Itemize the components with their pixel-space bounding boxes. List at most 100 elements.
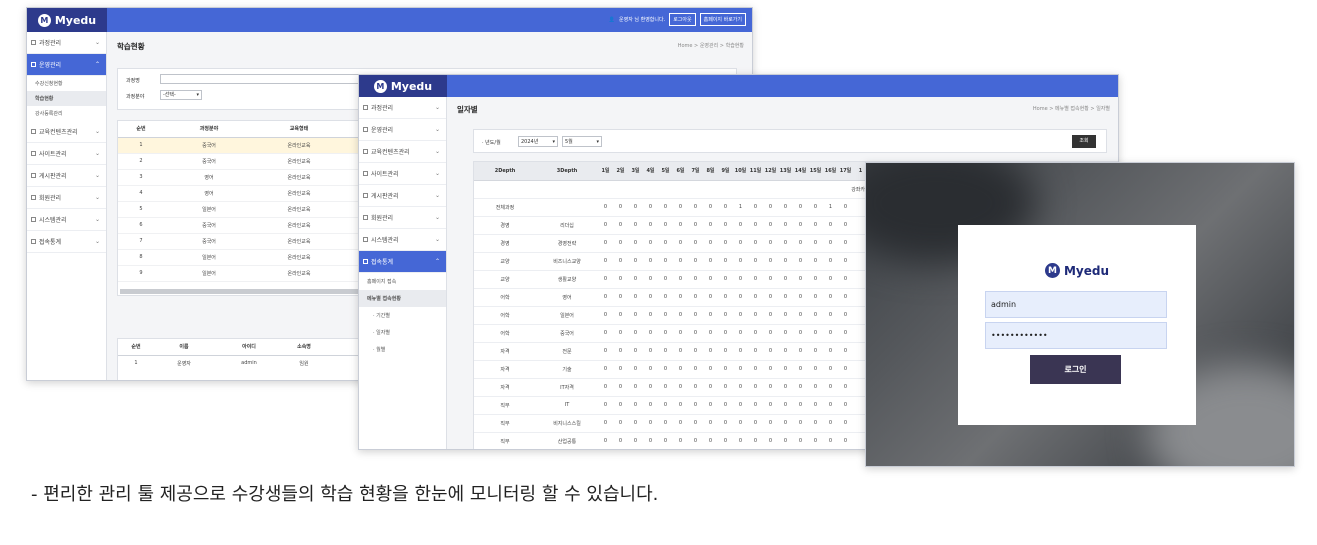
grid-header: 2일 [613,162,628,181]
grid-cell: 직무 [474,432,536,449]
grid-cell: 0 [628,252,643,271]
menu-square-icon [363,259,368,264]
sidebar-item-5[interactable]: 회원관리 ⌄ [27,187,106,209]
grid-cell: 0 [673,342,688,361]
sidebar-item-0[interactable]: 과정관리 ⌄ [27,32,106,54]
top-bar: M Myedu [359,75,1118,97]
login-button[interactable]: 로그인 [1030,355,1121,384]
grid-cell: 0 [808,414,823,433]
horizontal-scrollbar[interactable] [120,289,370,294]
grid-cell: 0 [778,252,793,271]
grid-cell: 0 [778,432,793,449]
search-button[interactable]: 조회 [1072,135,1096,148]
grid-cell: 0 [613,252,628,271]
table-cell: 5 [118,201,164,218]
sidebar-subitem-1[interactable]: 학습현황 [27,91,106,106]
sidebar-item-7[interactable]: 접속통계 ⌃ [359,251,446,273]
table-cell: 임원 [299,360,309,367]
sidebar-item-6[interactable]: 시스템관리 ⌄ [27,209,106,231]
grid-cell: 0 [688,414,703,433]
grid-cell: 0 [748,342,763,361]
grid-cell: 0 [628,378,643,397]
sidebar-item-label: 교육컨텐츠관리 [371,149,410,156]
sidebar-item-label: 접속통계 [39,239,62,246]
table-cell: 온라인교육 [254,137,344,154]
grid-cell: 0 [658,414,673,433]
year-select[interactable]: 2024년 ▾ [518,136,558,147]
table-cell: 일본어 [164,201,254,218]
homepage-button[interactable]: 홈페이지 바로가기 [699,13,746,26]
logout-button[interactable]: 로그아웃 [669,13,696,26]
grid-cell: 0 [658,306,673,325]
column-header: 교육형태 [254,121,344,138]
sidebar-subitem-4[interactable]: · 월별 [359,341,446,358]
menu-square-icon [363,237,368,242]
chevron-down-icon: ⌄ [94,172,100,179]
grid-cell: 0 [778,288,793,307]
grid-cell: 0 [748,288,763,307]
sidebar-item-5[interactable]: 회원관리 ⌄ [359,207,446,229]
sidebar-item-0[interactable]: 과정관리 ⌄ [359,97,446,119]
logo[interactable]: M Myedu [27,8,107,32]
grid-header: 10일 [733,162,748,181]
grid-cell: 0 [688,288,703,307]
grid-cell: 0 [733,216,748,235]
sidebar-item-3[interactable]: 사이트관리 ⌄ [27,143,106,165]
table-cell: 온라인교육 [254,233,344,250]
grid-cell: 0 [793,270,808,289]
grid-header: 4일 [643,162,658,181]
username-input[interactable]: admin [985,291,1167,318]
grid-cell: 0 [628,414,643,433]
grid-cell: 0 [703,288,718,307]
grid-cell: 0 [733,324,748,343]
menu-square-icon [363,105,368,110]
grid-cell: 0 [688,270,703,289]
grid-cell: 0 [688,216,703,235]
grid-cell: 0 [823,360,838,379]
grid-cell: 0 [628,342,643,361]
grid-cell: 0 [703,216,718,235]
grid-cell: 0 [748,324,763,343]
grid-cell: 0 [628,360,643,379]
sidebar-subitem-0[interactable]: 홈페이지 접속 [359,273,446,290]
grid-cell: 0 [598,324,613,343]
sidebar-item-1[interactable]: 운영관리 ⌃ [27,54,106,76]
grid-cell: 0 [643,396,658,415]
grid-header: 3일 [628,162,643,181]
sidebar-item-2[interactable]: 교육컨텐츠관리 ⌄ [27,121,106,143]
chevron-down-icon: ⌄ [94,238,100,245]
chevron-down-icon: ▾ [196,92,199,98]
grid-cell: 0 [643,252,658,271]
sidebar-subitem-2[interactable]: · 기간별 [359,307,446,324]
sidebar-item-4[interactable]: 게시판관리 ⌄ [27,165,106,187]
grid-cell: 0 [718,234,733,253]
sidebar-item-3[interactable]: 사이트관리 ⌄ [359,163,446,185]
grid-cell: 0 [688,378,703,397]
grid-cell: 0 [703,432,718,449]
grid-cell: 0 [838,432,853,449]
grid-cell: 0 [808,432,823,449]
grid-cell: 0 [703,306,718,325]
sidebar-item-4[interactable]: 게시판관리 ⌄ [359,185,446,207]
sidebar-subitem-1[interactable]: 메뉴별 접속현황 [359,290,446,307]
chevron-down-icon: ⌄ [94,128,100,135]
sidebar-item-7[interactable]: 접속통계 ⌄ [27,231,106,253]
sidebar-item-label: 과정관리 [371,105,394,112]
sidebar-subitem-2[interactable]: 강사등록관리 [27,106,106,121]
sidebar-item-6[interactable]: 시스템관리 ⌄ [359,229,446,251]
password-input[interactable]: •••••••••••• [985,322,1167,349]
sidebar-item-2[interactable]: 교육컨텐츠관리 ⌄ [359,141,446,163]
field-select[interactable]: -선택- ▾ [160,90,202,100]
table-cell: 중국어 [164,137,254,154]
grid-cell: 0 [748,306,763,325]
sidebar-subitem-3[interactable]: · 일자별 [359,324,446,341]
sidebar-subitem-0[interactable]: 수강신청현황 [27,76,106,91]
month-select[interactable]: 5월 ▾ [562,136,602,147]
logo[interactable]: M Myedu [359,75,447,97]
grid-cell: 0 [643,270,658,289]
chevron-down-icon: ▾ [552,139,555,145]
sidebar-item-1[interactable]: 운영관리 ⌄ [359,119,446,141]
table-cell: 중국어 [164,217,254,234]
grid-cell: 0 [778,342,793,361]
grid-cell: 0 [703,252,718,271]
